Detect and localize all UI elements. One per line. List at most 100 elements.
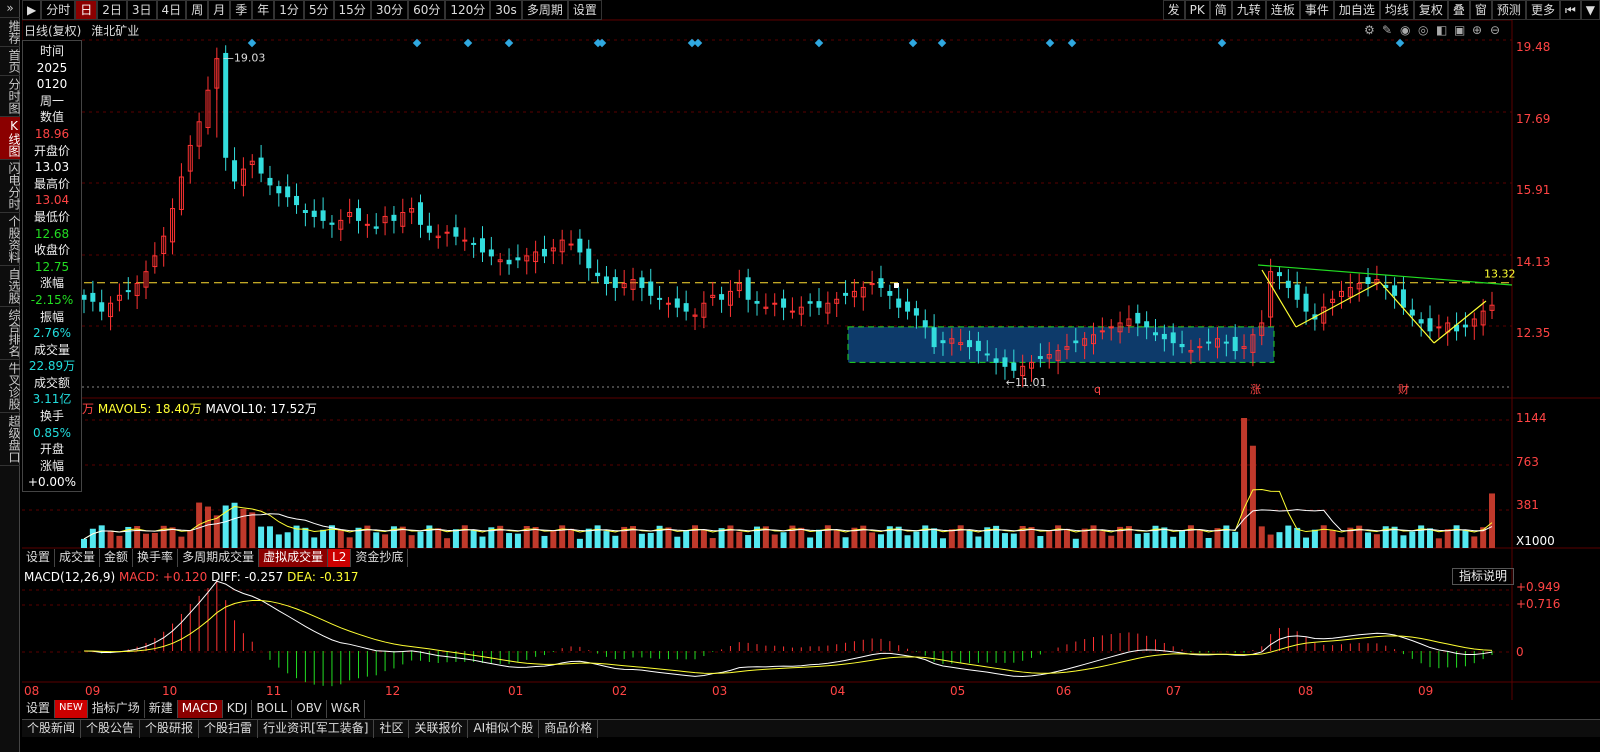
tool-12[interactable]: 更多 [1525, 0, 1560, 20]
ind-tab-0[interactable]: 设置 [22, 700, 56, 718]
bottom-item-2[interactable]: 个股研报 [140, 720, 200, 738]
cube-icon[interactable]: ◧ [1436, 23, 1447, 37]
ind-tab-8[interactable]: W&R [327, 700, 366, 718]
nav-item-3[interactable]: K线图 [0, 117, 21, 160]
play-icon[interactable]: ▶ [22, 0, 42, 20]
vol-tab-5[interactable]: 虚拟成交量 [259, 549, 329, 567]
ind-tab-2[interactable]: 指标广场 [88, 700, 145, 718]
vol-tab-2[interactable]: 金额 [100, 549, 134, 567]
tool-5[interactable]: 事件 [1299, 0, 1334, 20]
nav-item-0[interactable]: 推荐 [0, 18, 21, 47]
nav-item-7[interactable]: 综合排名 [0, 307, 21, 360]
volume-bar [1267, 534, 1274, 548]
tool-8[interactable]: 复权 [1413, 0, 1448, 20]
timeframe-3[interactable]: 3日 [126, 0, 157, 20]
candle-body [603, 276, 609, 285]
timeframe-14[interactable]: 120分 [445, 0, 491, 20]
tool-4[interactable]: 连板 [1265, 0, 1300, 20]
timeframe-4[interactable]: 4日 [156, 0, 187, 20]
back-icon[interactable]: ⏮ [1559, 0, 1581, 20]
bottom-item-5[interactable]: 社区 [374, 720, 410, 738]
chart-canvas[interactable]: 13.32 —19.03 ←11.01 q 涨 财 [22, 20, 1600, 700]
tool-6[interactable]: 加自选 [1333, 0, 1380, 20]
tool-10[interactable]: 窗 [1469, 0, 1492, 20]
ind-tab-7[interactable]: OBV [292, 700, 327, 718]
timeframe-16[interactable]: 多周期 [521, 0, 568, 20]
event-marker [1395, 38, 1405, 48]
nav-item-2[interactable]: 分时图 [0, 76, 21, 117]
timeframe-8[interactable]: 年 [252, 0, 275, 20]
tool-9[interactable]: 叠 [1447, 0, 1470, 20]
lock-icon[interactable]: ▣ [1454, 23, 1465, 37]
vol-tab-4[interactable]: 多周期成交量 [178, 549, 260, 567]
volume-bar [683, 530, 690, 548]
bottom-item-0[interactable]: 个股新闻 [22, 720, 82, 738]
dropdown-icon[interactable]: ▼ [1580, 0, 1600, 20]
event-marker [1045, 38, 1055, 48]
low-annotation: ←11.01 [1006, 376, 1047, 389]
volume-bar [1489, 493, 1495, 548]
timeframe-11[interactable]: 15分 [333, 0, 371, 20]
nav-item-8[interactable]: 牛叉诊股 [0, 360, 21, 413]
ind-tab-6[interactable]: BOLL [252, 700, 293, 718]
volume-bar [284, 532, 291, 548]
bottom-item-8[interactable]: 商品价格 [539, 720, 599, 738]
candle-body [896, 298, 902, 308]
vol-tab-3[interactable]: 换手率 [133, 549, 179, 567]
ind-tab-4[interactable]: MACD [177, 700, 223, 718]
tool-7[interactable]: 均线 [1379, 0, 1414, 20]
timeframe-2[interactable]: 2日 [97, 0, 127, 20]
timeframe-17[interactable]: 设置 [567, 0, 602, 20]
settings-icon[interactable]: ⚙ [1364, 23, 1375, 37]
bottom-item-7[interactable]: AI相似个股 [468, 720, 540, 738]
bottom-item-4[interactable]: 行业资讯[军工装备] [258, 720, 375, 738]
zoom-in-icon[interactable]: ⊕ [1472, 23, 1482, 37]
bottom-item-3[interactable]: 个股扫雷 [199, 720, 259, 738]
expand-icon[interactable]: » [0, 0, 20, 18]
nav-item-1[interactable]: 首页 [0, 47, 21, 76]
tool-0[interactable]: 发 [1162, 0, 1185, 20]
timeframe-1[interactable]: 日 [75, 0, 98, 20]
nav-item-4[interactable]: 闪电分时 [0, 160, 21, 213]
pen-icon[interactable]: ✎ [1382, 23, 1392, 37]
chart-mode: 日线(复权) [24, 24, 82, 38]
nav-item-5[interactable]: 个股资料 [0, 213, 21, 266]
timeframe-15[interactable]: 30s [490, 0, 522, 20]
candle-body [913, 308, 919, 316]
bottom-item-1[interactable]: 个股公告 [81, 720, 141, 738]
target-icon[interactable]: ◎ [1418, 23, 1428, 37]
bottom-item-6[interactable]: 关联报价 [409, 720, 469, 738]
vol-tab-0[interactable]: 设置 [22, 549, 56, 567]
nav-item-6[interactable]: 自选股 [0, 266, 21, 307]
timeframe-7[interactable]: 季 [230, 0, 253, 20]
volume-bar [116, 535, 123, 548]
ind-tab-3[interactable]: 新建 [145, 700, 178, 718]
nav-item-9[interactable]: 超级盘口 [0, 413, 21, 466]
tool-11[interactable]: 预测 [1491, 0, 1526, 20]
timeframe-6[interactable]: 月 [208, 0, 231, 20]
volume-bar [541, 535, 548, 548]
tool-2[interactable]: 简 [1209, 0, 1232, 20]
volume-axis-label: 1144 [1516, 411, 1547, 425]
timeframe-9[interactable]: 1分 [274, 0, 304, 20]
ind-tab-5[interactable]: KDJ [223, 700, 253, 718]
timeframe-10[interactable]: 5分 [303, 0, 334, 20]
ind-tab-1[interactable]: NEW [55, 700, 88, 718]
x-axis-label: 06 [1056, 684, 1072, 698]
zoom-out-icon[interactable]: ⊖ [1490, 23, 1500, 37]
info-amp: 2.76% [32, 326, 72, 341]
timeframe-5[interactable]: 周 [186, 0, 209, 20]
x-axis-label: 09 [1418, 684, 1434, 698]
candle-body [223, 52, 229, 158]
vol-tab-1[interactable]: 成交量 [55, 549, 101, 567]
candle-body [1108, 326, 1114, 329]
vol-tab-7[interactable]: 资金抄底 [351, 549, 409, 567]
vol-tab-6[interactable]: L2 [328, 549, 352, 567]
indicator-explain-button[interactable]: 指标说明 [1452, 568, 1515, 585]
timeframe-0[interactable]: 分时 [41, 0, 76, 20]
eye-icon[interactable]: ◉ [1400, 23, 1410, 37]
timeframe-12[interactable]: 30分 [370, 0, 409, 20]
tool-1[interactable]: PK [1184, 0, 1210, 20]
timeframe-13[interactable]: 60分 [408, 0, 446, 20]
tool-3[interactable]: 九转 [1231, 0, 1266, 20]
